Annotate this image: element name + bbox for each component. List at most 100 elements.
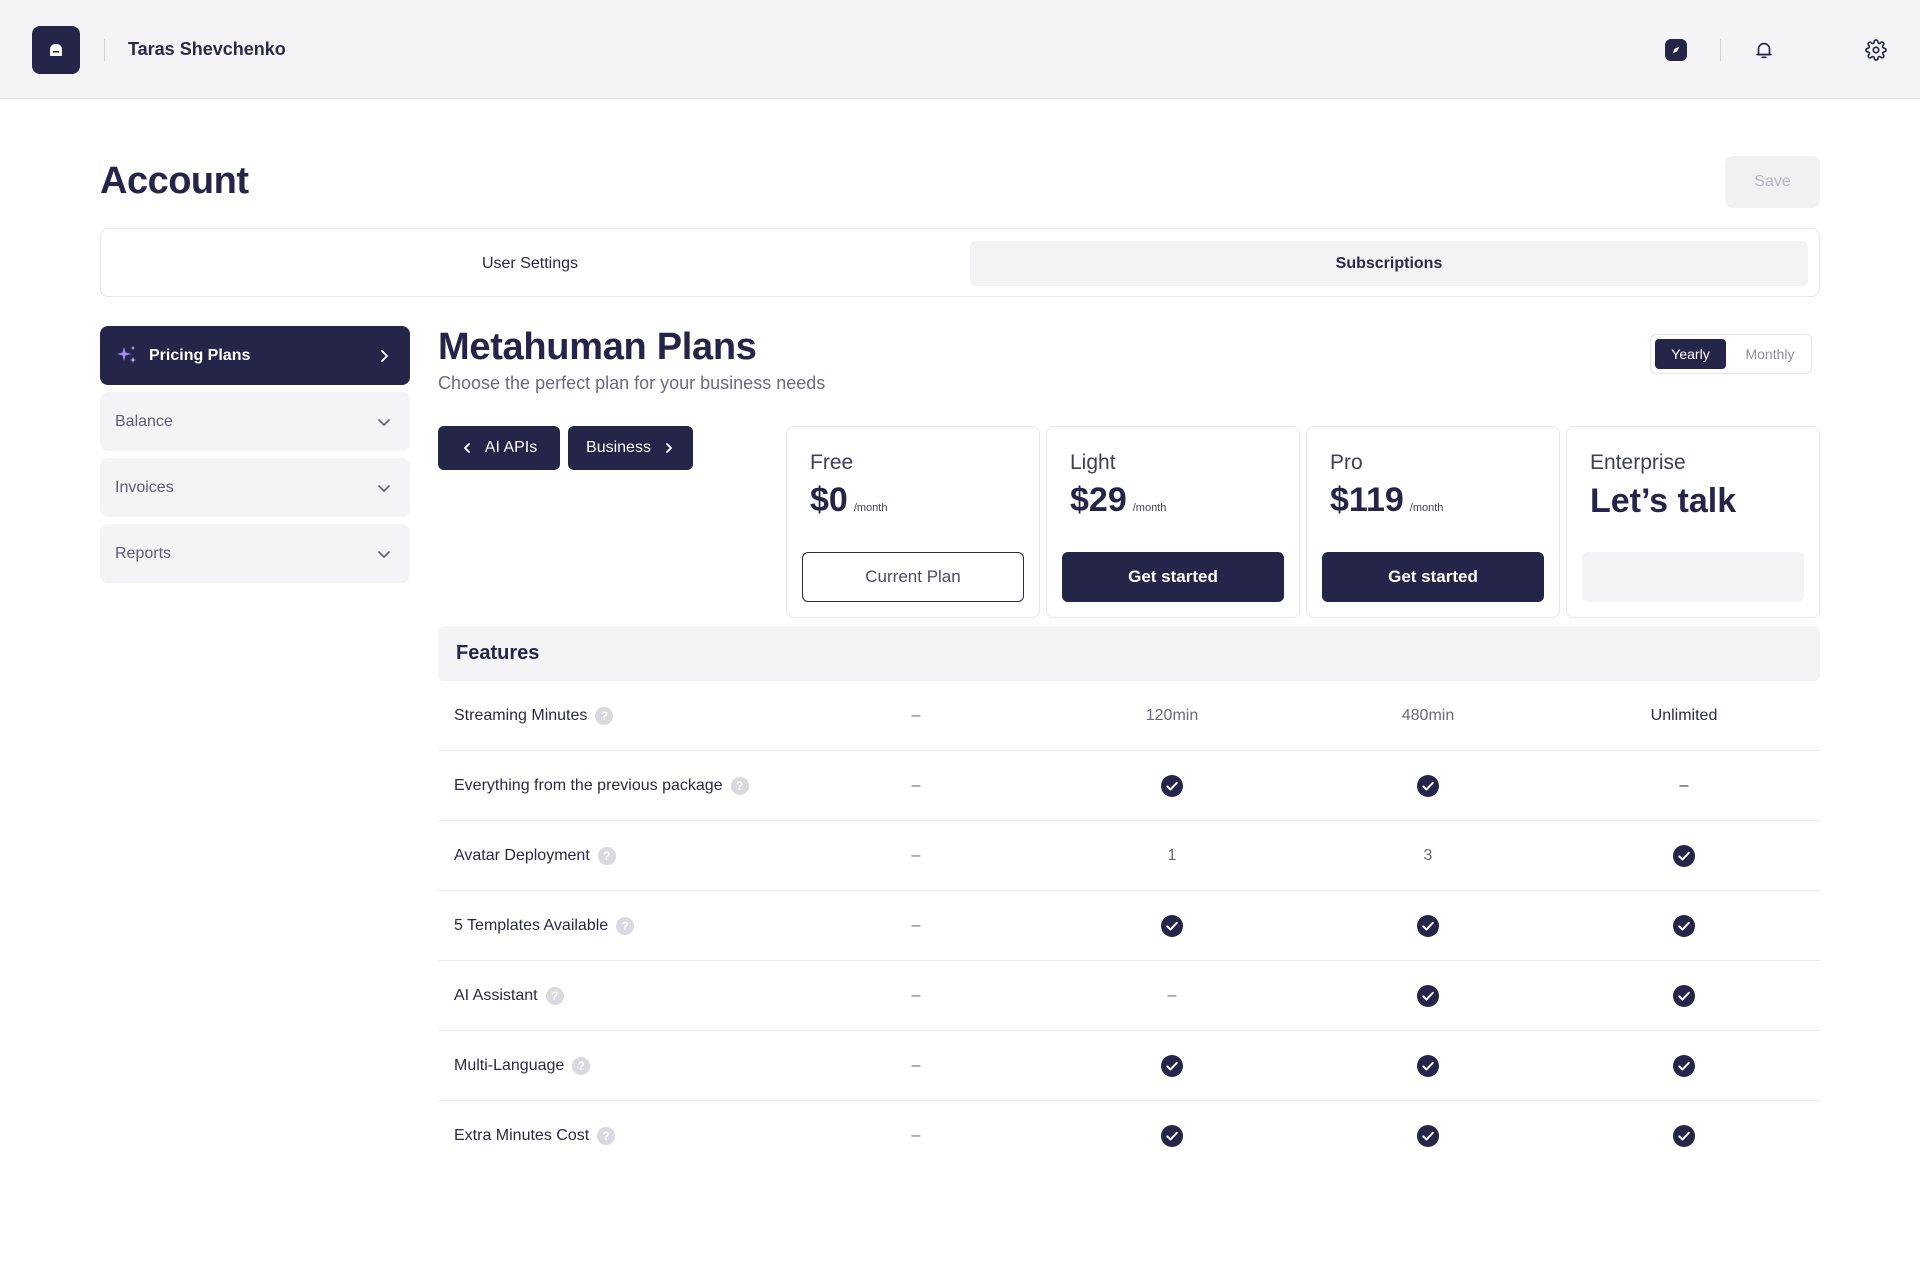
sidebar-item-invoices[interactable]: Invoices (100, 458, 410, 517)
check-icon (1417, 915, 1439, 937)
feature-value: – (911, 987, 921, 1004)
save-button[interactable]: Save (1725, 156, 1820, 208)
plan-price: $29 /month (1070, 481, 1166, 520)
get-started-pro-button[interactable]: Get started (1322, 552, 1544, 602)
feature-name: Multi-Language (454, 1057, 565, 1074)
help-icon[interactable]: ? (595, 707, 614, 725)
feature-name: Extra Minutes Cost (454, 1127, 590, 1144)
home-icon (50, 44, 62, 56)
sidebar-item-label: Pricing Plans (149, 346, 251, 364)
plans-subtitle: Choose the perfect plan for your busines… (438, 373, 826, 393)
plan-price-amount: Let’s talk (1590, 482, 1737, 520)
plan-price: $119 /month (1330, 481, 1443, 520)
feature-value (1624, 891, 1744, 961)
feature-name: Avatar Deployment (454, 847, 590, 864)
tab-user-settings[interactable]: User Settings (111, 241, 949, 286)
feature-name-cell: Streaming Minutes? (454, 681, 614, 751)
tab-subscriptions[interactable]: Subscriptions (970, 241, 1808, 286)
enterprise-contact-placeholder[interactable] (1582, 552, 1804, 602)
tab-bar: User Settings Subscriptions (100, 228, 1820, 297)
sidebar-item-reports[interactable]: Reports (100, 524, 410, 583)
sidebar-item-balance[interactable]: Balance (100, 392, 410, 451)
home-logo-button[interactable] (32, 26, 80, 74)
feature-name-cell: 5 Templates Available? (454, 891, 635, 961)
settings-button[interactable] (1860, 34, 1892, 66)
plan-price-period: /month (1409, 502, 1444, 514)
check-icon (1417, 1055, 1439, 1077)
feature-name: 5 Templates Available (454, 917, 609, 934)
feature-row: Avatar Deployment? – 1 3 (438, 821, 1820, 891)
billing-toggle: Yearly Monthly (1650, 334, 1812, 374)
plan-card-pro: Pro $119 /month Get started (1306, 426, 1560, 618)
help-icon[interactable]: ? (572, 1057, 591, 1075)
plan-price-period: /month (1132, 502, 1167, 514)
sidebar-item-label: Balance (115, 412, 173, 430)
check-icon (1161, 775, 1183, 797)
feature-value (1368, 1101, 1488, 1171)
feature-value (1624, 961, 1744, 1031)
sidebar-item-label: Reports (115, 544, 172, 562)
help-icon[interactable]: ? (616, 917, 635, 935)
current-plan-button[interactable]: Current Plan (802, 552, 1024, 602)
feature-name-cell: Multi-Language? (454, 1031, 591, 1101)
chevron-down-icon (378, 485, 390, 492)
help-icon[interactable]: ? (597, 1127, 616, 1145)
plans-title: Metahuman Plans (438, 326, 757, 368)
billing-monthly-option[interactable]: Monthly (1731, 339, 1809, 369)
prev-category-label: AI APIs (484, 439, 538, 456)
help-icon[interactable]: ? (730, 777, 749, 795)
plan-price-amount: $29 (1070, 481, 1127, 519)
feature-value (1368, 751, 1488, 821)
feature-value: 1 (1167, 847, 1177, 864)
feature-name: Streaming Minutes (454, 707, 588, 724)
feature-value: – (911, 847, 921, 864)
prev-category-button[interactable]: AI APIs (438, 426, 560, 470)
gear-icon (1865, 39, 1887, 61)
plan-name: Pro (1330, 451, 1363, 474)
feature-value: 480min (1401, 707, 1455, 724)
chevron-right-icon (666, 443, 672, 453)
feature-row: AI Assistant? – – (438, 961, 1820, 1031)
next-category-label: Business (586, 439, 651, 456)
feature-name-cell: Avatar Deployment? (454, 821, 616, 891)
feature-value: – (911, 777, 921, 794)
check-icon (1417, 775, 1439, 797)
compass-icon (1665, 39, 1687, 61)
notifications-button[interactable] (1748, 34, 1780, 66)
feature-value (1368, 1031, 1488, 1101)
compass-icon-button[interactable] (1660, 34, 1692, 66)
feature-value: Unlimited (1650, 707, 1718, 724)
next-category-button[interactable]: Business (568, 426, 693, 470)
plan-price: $0 /month (810, 481, 887, 520)
feature-value (1112, 1031, 1232, 1101)
get-started-light-button[interactable]: Get started (1062, 552, 1284, 602)
feature-row: Everything from the previous package? – – (438, 751, 1820, 821)
check-icon (1673, 1125, 1695, 1147)
plan-name: Free (810, 451, 854, 474)
feature-name-cell: AI Assistant? (454, 961, 564, 1031)
check-icon (1161, 1125, 1183, 1147)
plan-card-light: Light $29 /month Get started (1046, 426, 1300, 618)
feature-name: AI Assistant (454, 987, 538, 1004)
check-icon (1417, 1125, 1439, 1147)
sidebar-item-pricing-plans[interactable]: Pricing Plans (100, 326, 410, 385)
feature-value: 120min (1145, 707, 1199, 724)
feature-row: Extra Minutes Cost? – (438, 1101, 1820, 1171)
features-header: Features (438, 626, 1820, 681)
help-icon[interactable]: ? (597, 847, 616, 865)
chevron-right-icon (381, 350, 388, 362)
plan-price-amount: $119 (1330, 481, 1404, 519)
page-title: Account (100, 160, 249, 202)
billing-yearly-option[interactable]: Yearly (1655, 339, 1726, 369)
check-icon (1673, 1055, 1695, 1077)
feature-value: – (911, 707, 921, 724)
feature-value (1624, 1101, 1744, 1171)
chevron-left-icon (463, 443, 470, 453)
help-icon[interactable]: ? (545, 987, 564, 1005)
feature-name-cell: Everything from the previous package? (454, 751, 749, 821)
top-bar: Taras Shevchenko (0, 0, 1920, 99)
feature-value (1112, 1101, 1232, 1171)
feature-name-cell: Extra Minutes Cost? (454, 1101, 616, 1171)
feature-row: Streaming Minutes? – 120min 480min Unlimited (438, 681, 1820, 751)
chevron-down-icon (378, 419, 390, 426)
